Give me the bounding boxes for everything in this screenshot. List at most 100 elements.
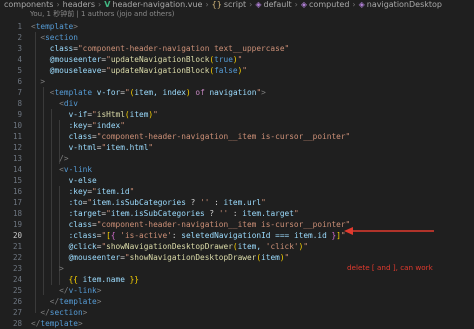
code-token: item.isSubCategories: [92, 198, 186, 207]
line-number: 7: [17, 88, 22, 97]
code-token: item.id: [96, 187, 130, 196]
code-token: :: [209, 198, 224, 207]
code-line[interactable]: 8 <div: [0, 98, 474, 109]
code-text: class="component-header-navigation__item…: [31, 219, 351, 230]
code-token: item.isSubCategories: [110, 209, 205, 218]
code-token: template: [59, 297, 97, 306]
code-line[interactable]: 9 v-if="isHtml(item)": [0, 109, 474, 120]
breadcrumb-item[interactable]: script: [224, 0, 246, 9]
code-line[interactable]: 15 v-else: [0, 175, 474, 186]
breadcrumb-item[interactable]: computed: [309, 0, 349, 9]
code-line[interactable]: 6 >: [0, 76, 474, 87]
breadcrumb-item[interactable]: navigationDesktop: [367, 0, 442, 9]
line-number: 15: [12, 176, 22, 185]
code-token: :key: [68, 121, 88, 130]
code-token: showNavigationDesktopDrawer: [106, 242, 233, 251]
code-token: div: [63, 99, 78, 108]
code-line[interactable]: 21 @click="showNavigationDesktopDrawer(i…: [0, 241, 474, 252]
breadcrumb-item[interactable]: headers: [63, 0, 95, 9]
code-token: ?: [185, 198, 201, 207]
code-line[interactable]: 7 <template v-for="(item, index) of navi…: [0, 87, 474, 98]
breadcrumb-item[interactable]: components: [4, 0, 53, 9]
code-line[interactable]: 25 </v-link>: [0, 285, 474, 296]
code-token: ": [242, 66, 247, 75]
code-token: @click: [68, 242, 97, 251]
code-text: v-else: [31, 175, 97, 186]
line-number: 9: [17, 110, 22, 119]
code-token: ": [153, 110, 158, 119]
code-line[interactable]: 3 class="component-header-navigation tex…: [0, 43, 474, 54]
code-text: />: [31, 153, 69, 164]
line-number: 18: [12, 209, 22, 218]
code-line[interactable]: 14 <v-link: [0, 164, 474, 175]
code-text: :target="item.isSubCategories ? '' : ite…: [31, 208, 299, 219]
code-token: updateNavigationBlock: [110, 55, 210, 64]
code-line[interactable]: 12 v-html="item.html": [0, 142, 474, 153]
code-token: template: [54, 88, 93, 97]
line-number: 1: [17, 22, 22, 31]
code-line[interactable]: 26 </template>: [0, 296, 474, 307]
code-line[interactable]: 4 @mouseenter="updateNavigationBlock(tru…: [0, 54, 474, 65]
breadcrumb-item[interactable]: default: [264, 0, 292, 9]
line-number: 6: [17, 77, 22, 86]
code-line[interactable]: 11 class="component-header-navigation__i…: [0, 131, 474, 142]
code-text: </template>: [31, 296, 102, 307]
code-token: ": [129, 187, 135, 196]
line-number: 11: [12, 132, 22, 141]
line-number: 13: [12, 154, 22, 163]
code-token: />: [59, 154, 69, 163]
code-line[interactable]: 10 :key="index": [0, 120, 474, 131]
code-token: </: [31, 319, 41, 328]
line-number: 2: [17, 33, 22, 42]
breadcrumb-item[interactable]: header-navigation.vue: [112, 0, 202, 9]
code-token: ": [120, 121, 125, 130]
chevron-right-icon: ›: [294, 0, 298, 9]
code-token: :: [228, 209, 243, 218]
code-line[interactable]: 24 {{ item.name }}: [0, 274, 474, 285]
code-token: "component-header-navigation text__upper…: [77, 44, 290, 53]
code-line[interactable]: 18 :target="item.isSubCategories ? '' : …: [0, 208, 474, 219]
code-text: @mouseenter="showNavigationDesktopDrawer…: [31, 252, 290, 263]
code-line[interactable]: 17 :to="item.isSubCategories ? '' : item…: [0, 197, 474, 208]
code-token: '': [218, 209, 229, 218]
code-token: </: [49, 297, 60, 306]
code-token: navigation: [209, 88, 257, 97]
code-line[interactable]: 22 @mouseenter="showNavigationDesktopDra…: [0, 252, 474, 263]
code-line[interactable]: 13 />: [0, 153, 474, 164]
code-token: ": [303, 242, 309, 251]
vue-icon: V: [104, 0, 111, 9]
chevron-right-icon: ›: [352, 0, 356, 9]
code-text: </v-link>: [31, 285, 101, 296]
code-token: class: [49, 44, 74, 53]
code-line[interactable]: 16 :key="item.id": [0, 186, 474, 197]
code-line[interactable]: 28 </template>: [0, 318, 474, 329]
code-line[interactable]: 5 @mouseleave="updateNavigationBlock(fal…: [0, 65, 474, 76]
code-token: ": [284, 253, 290, 262]
code-token: seletedNavigationId === item.id: [181, 231, 327, 240]
code-token: class: [68, 220, 93, 229]
code-line[interactable]: 1 <template>: [0, 21, 474, 32]
code-text: class="component-header-navigation__item…: [31, 131, 351, 142]
code-line[interactable]: 27 </section>: [0, 307, 474, 318]
code-text: v-if="isHtml(item)": [31, 109, 158, 120]
red-arrow-icon: [344, 227, 434, 235]
code-token: true: [214, 55, 233, 64]
code-text: <div: [31, 98, 78, 109]
cube-icon: ◈: [358, 0, 365, 9]
line-number: 12: [12, 143, 22, 152]
code-text: :key="index": [31, 120, 125, 131]
code-token: >: [96, 286, 102, 295]
brace-icon: {}: [211, 0, 222, 9]
code-token: showNavigationDesktopDrawer: [129, 253, 257, 262]
code-line[interactable]: 2 <section: [0, 32, 474, 43]
